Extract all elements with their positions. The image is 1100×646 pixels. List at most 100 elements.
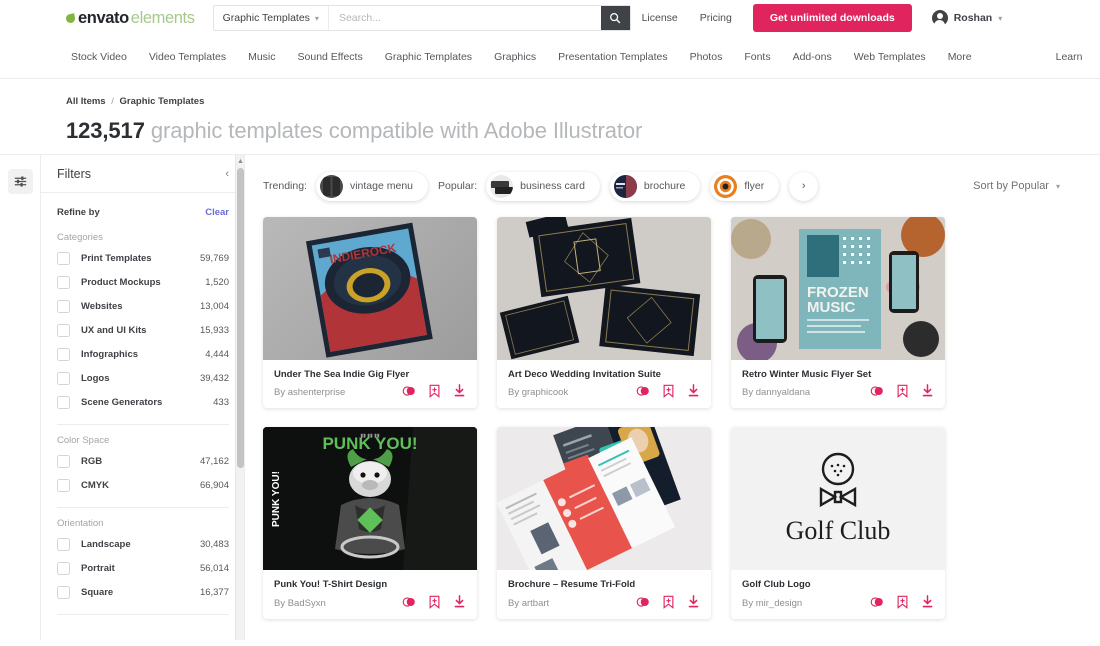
nav-item-more[interactable]: More [937, 51, 983, 63]
envato-elements-logo[interactable]: envato elements [65, 9, 195, 28]
checkbox-icon[interactable] [57, 347, 70, 361]
result-card[interactable]: INDIEROCK Under The Sea Indie Gig Flyer … [263, 217, 477, 409]
filter-count: 59,769 [199, 252, 229, 264]
filter-count: 4,444 [205, 348, 229, 360]
checkbox-icon[interactable] [57, 275, 70, 289]
color-palette-icon[interactable] [870, 595, 884, 609]
checkbox-icon[interactable] [57, 251, 70, 265]
chevron-left-icon[interactable]: ‹ [225, 168, 229, 180]
filters-scrollbar[interactable]: ▲ [235, 155, 244, 640]
filter-item-scene-generators[interactable]: Scene Generators 433 [57, 390, 229, 414]
filter-item-logos[interactable]: Logos 39,432 [57, 366, 229, 390]
account-menu[interactable]: Roshan ▾ [931, 10, 1002, 27]
download-icon[interactable] [921, 384, 934, 398]
filter-item-rgb[interactable]: RGB 47,162 [57, 449, 229, 473]
scroll-up-arrow-icon[interactable]: ▲ [236, 157, 244, 166]
filter-panel: Filters ‹ Refine by Clear Categories Pri… [40, 155, 245, 640]
search-input[interactable] [328, 6, 601, 30]
bookmark-add-icon[interactable] [662, 384, 675, 399]
checkbox-icon[interactable] [57, 537, 70, 551]
bookmark-add-icon[interactable] [428, 595, 441, 609]
nav-item-stock-video[interactable]: Stock Video [60, 51, 138, 63]
nav-item-photos[interactable]: Photos [679, 51, 734, 63]
checkbox-icon[interactable] [57, 454, 70, 468]
clear-filters-button[interactable]: Clear [205, 207, 229, 218]
filter-item-cmyk[interactable]: CMYK 66,904 [57, 473, 229, 497]
nav-item-graphics[interactable]: Graphics [483, 51, 547, 63]
nav-item-fonts[interactable]: Fonts [733, 51, 781, 63]
download-icon[interactable] [921, 594, 934, 609]
result-card[interactable]: Art Deco Wedding Invitation Suite By gra… [497, 217, 711, 409]
color-palette-icon[interactable] [636, 595, 650, 609]
gig-flyer-artwork: INDIEROCK [305, 222, 433, 358]
filter-item-websites[interactable]: Websites 13,004 [57, 294, 229, 318]
bookmark-add-icon[interactable] [896, 384, 909, 399]
nav-item-graphic-templates[interactable]: Graphic Templates [374, 51, 483, 63]
search-button[interactable] [600, 6, 630, 30]
search-category-dropdown[interactable]: Graphic Templates ▾ [214, 6, 329, 30]
checkbox-icon[interactable] [57, 323, 70, 337]
result-card[interactable]: PUNK YOU! ▮▮ ▮▮ ▮▮ PUNK YOU! Punk You! T… [263, 427, 477, 619]
checkbox-icon[interactable] [57, 585, 70, 599]
chips-next-button[interactable]: › [789, 171, 819, 201]
card-actions [870, 384, 934, 399]
result-card[interactable]: Golf Club Golf Club Logo By mir_design [731, 427, 945, 619]
filter-count: 16,377 [199, 586, 229, 598]
checkbox-icon[interactable] [57, 299, 70, 313]
download-icon[interactable] [453, 384, 466, 398]
chip-brochure[interactable]: brochure [609, 171, 701, 201]
checkbox-icon[interactable] [57, 371, 70, 385]
filter-item-infographics[interactable]: Infographics 4,444 [57, 342, 229, 366]
color-palette-icon[interactable] [636, 384, 650, 398]
checkbox-icon[interactable] [57, 395, 70, 409]
checkbox-icon[interactable] [57, 478, 70, 492]
filter-item-square[interactable]: Square 16,377 [57, 580, 229, 604]
scrollbar-thumb[interactable] [237, 168, 244, 468]
bookmark-add-icon[interactable] [428, 384, 441, 399]
art-deco-thumbnail[interactable] [497, 217, 711, 360]
chip-flyer[interactable]: flyer [710, 171, 780, 201]
result-card[interactable]: FROZEN MUSIC Retro Winter Music Flyer Se… [731, 217, 945, 409]
gig-flyer-thumbnail[interactable]: INDIEROCK [263, 217, 477, 360]
golf-club-thumbnail[interactable]: Golf Club [731, 427, 945, 571]
bookmark-add-icon[interactable] [662, 595, 675, 609]
punk-you-thumbnail[interactable]: PUNK YOU! ▮▮ ▮▮ ▮▮ PUNK YOU! [263, 427, 477, 571]
card-title: Art Deco Wedding Invitation Suite [508, 369, 661, 380]
color-palette-icon[interactable] [402, 384, 416, 398]
card-title: Under The Sea Indie Gig Flyer [274, 369, 410, 380]
chip-vintage-menu[interactable]: vintage menu [315, 171, 429, 201]
nav-item-video-templates[interactable]: Video Templates [138, 51, 237, 63]
bookmark-add-icon[interactable] [896, 595, 909, 609]
tri-fold-thumbnail[interactable] [497, 427, 711, 571]
svg-text:MUSIC: MUSIC [807, 299, 856, 316]
color-palette-icon[interactable] [870, 384, 884, 398]
filter-count: 1,520 [205, 276, 229, 288]
filter-item-landscape[interactable]: Landscape 30,483 [57, 532, 229, 556]
sort-dropdown[interactable]: Sort by Popular ▾ [973, 180, 1060, 192]
download-icon[interactable] [453, 594, 466, 609]
filter-item-portrait[interactable]: Portrait 56,014 [57, 556, 229, 580]
frozen-music-thumbnail[interactable]: FROZEN MUSIC [731, 217, 945, 360]
checkbox-icon[interactable] [57, 561, 70, 575]
nav-item-music[interactable]: Music [237, 51, 286, 63]
download-icon[interactable] [687, 594, 700, 609]
nav-item-sound-effects[interactable]: Sound Effects [287, 51, 374, 63]
header-link-pricing[interactable]: Pricing [689, 12, 743, 24]
nav-item-web-templates[interactable]: Web Templates [843, 51, 937, 63]
breadcrumb-current[interactable]: Graphic Templates [120, 96, 205, 107]
nav-item-learn[interactable]: Learn [1045, 51, 1094, 63]
nav-item-add-ons[interactable]: Add-ons [782, 51, 843, 63]
download-icon[interactable] [687, 384, 700, 398]
toggle-filters-button[interactable] [7, 169, 33, 194]
breadcrumb-root[interactable]: All Items [66, 96, 106, 107]
nav-item-presentation-templates[interactable]: Presentation Templates [547, 51, 679, 63]
chevron-down-icon: ▾ [314, 13, 319, 23]
get-unlimited-downloads-button[interactable]: Get unlimited downloads [752, 4, 912, 32]
filter-item-print-templates[interactable]: Print Templates 59,769 [57, 246, 229, 270]
chip-business-card[interactable]: business card [486, 171, 600, 201]
result-card[interactable]: Brochure – Resume Tri-Fold By artbart [497, 427, 711, 619]
header-link-license[interactable]: License [631, 12, 689, 24]
filter-item-product-mockups[interactable]: Product Mockups 1,520 [57, 270, 229, 294]
color-palette-icon[interactable] [402, 595, 416, 609]
filter-item-ux-and-ui-kits[interactable]: UX and UI Kits 15,933 [57, 318, 229, 342]
